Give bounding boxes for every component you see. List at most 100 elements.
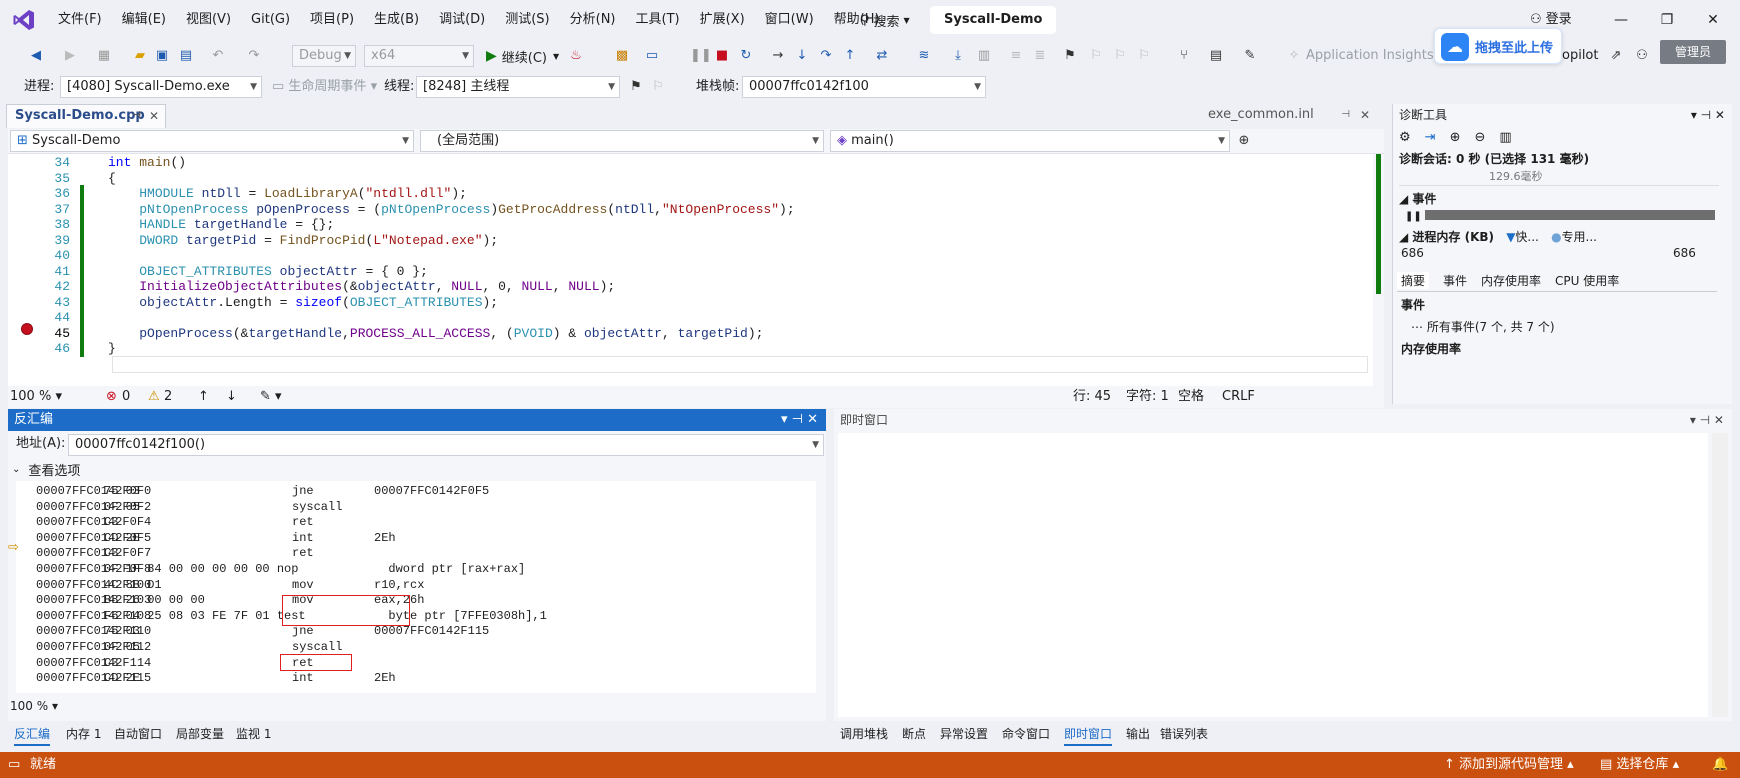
tab-syscall-demo-cpp[interactable]: Syscall-Demo.cpp ⊣ ✕ — [6, 104, 166, 128]
tab-output[interactable]: 输出 — [1126, 724, 1150, 744]
save-icon[interactable]: ▣ — [154, 48, 170, 64]
indent-mode[interactable]: 空格 — [1178, 386, 1204, 408]
code-line[interactable]: 43 objectAttr.Length = sizeof(OBJECT_ATT… — [8, 293, 1373, 311]
tab-command-window[interactable]: 命令窗口 — [1002, 724, 1050, 744]
code-line[interactable]: 35 { — [8, 170, 1373, 187]
disassembly-code[interactable]: 00007FFC0142F0F0 75 03 jne 00007FFC0142F0F5… — [16, 481, 816, 693]
tab-error-list[interactable]: 错误列表 — [1160, 724, 1208, 744]
tab-summary[interactable]: 摘要 — [1397, 272, 1430, 289]
bookmark-icon[interactable]: ⚑ — [1062, 48, 1078, 64]
add-to-source-control[interactable]: ↑ 添加到源代码管理 ▴ — [1444, 754, 1574, 776]
tab-watch-1[interactable]: 监视 1 — [236, 724, 271, 744]
editor-zoom[interactable]: 100 % ▾ — [10, 386, 62, 408]
editor-scrollbar[interactable] — [1373, 154, 1384, 387]
code-line[interactable]: 39 DWORD targetPid = FindProcPid(L"Notep… — [8, 231, 1373, 249]
pause-icon[interactable]: ❚❚ — [690, 48, 712, 64]
up-arrow-icon[interactable]: ↑ — [198, 386, 209, 408]
warning-icon[interactable]: ⚠ — [148, 386, 160, 408]
code-line[interactable]: 38 HANDLE targetHandle = {}; — [8, 216, 1373, 233]
process-select[interactable]: [4080] Syscall-Demo.exe ▼ — [60, 76, 262, 98]
tab-breakpoints[interactable]: 断点 — [902, 724, 926, 744]
view-options-toggle[interactable]: ⌄ 查看选项 — [12, 459, 80, 479]
code-line[interactable]: 37 pNtOpenProcess pOpenProcess = (pNtOpe… — [8, 200, 1373, 218]
menu-tools[interactable]: 工具(T) — [626, 0, 690, 40]
export-icon[interactable]: ⇥ — [1425, 130, 1436, 145]
cleanup-icon[interactable]: ✎ ▾ — [260, 386, 282, 408]
tab-memory-1[interactable]: 内存 1 — [66, 724, 101, 744]
menu-extensions[interactable]: 扩展(X) — [690, 0, 755, 40]
continue-button[interactable]: ▶ 继续(C) ▼ — [486, 46, 559, 66]
clear-bookmark-icon[interactable]: ⚐ — [1136, 48, 1152, 64]
pause-icon[interactable]: ❚❚ — [1405, 211, 1422, 222]
indent-icon[interactable]: ≡ — [1008, 48, 1024, 64]
share-icon[interactable]: ⇗ — [1608, 48, 1624, 64]
pin-icon[interactable]: ⊣ — [132, 105, 141, 127]
function-select[interactable]: ◈ main() ▼ — [830, 130, 1230, 152]
code-line[interactable]: 44 — [8, 309, 1373, 326]
breakpoint-tool-icon[interactable]: ⤓ — [950, 48, 966, 64]
code-line[interactable]: 34 int main() — [8, 154, 1373, 171]
show-next-statement-icon[interactable]: → — [770, 48, 786, 64]
save-all-icon[interactable]: ▤ — [178, 48, 194, 64]
upload-button[interactable]: ☁ 拖拽至此上传 — [1434, 28, 1562, 64]
menu-project[interactable]: 项目(P) — [300, 0, 364, 40]
comment-icon[interactable]: ▤ — [1208, 48, 1224, 64]
menu-analyze[interactable]: 分析(N) — [560, 0, 626, 40]
zoom-out-icon[interactable]: ⊖ — [1474, 130, 1485, 145]
thread-select[interactable]: [8248] 主线程 ▼ — [416, 76, 620, 98]
close-tab-icon[interactable]: ✕ — [1360, 104, 1370, 126]
project-scope-select[interactable]: ⊞ Syscall-Demo ▼ — [10, 130, 414, 152]
tab-immediate-window[interactable]: 即时窗口 — [1064, 724, 1113, 746]
diag-timeline[interactable]: 129.6毫秒 — [1399, 168, 1719, 186]
all-events-link[interactable]: ⋯ 所有事件(7 个, 共 7 个) — [1411, 318, 1555, 335]
configuration-select[interactable]: Debug ▼ — [292, 45, 356, 67]
code-editor[interactable]: 34 int main() 35 {36 HMODULE ntDll = LoadLi… — [8, 153, 1384, 387]
hex-display-icon[interactable]: ⇄ — [874, 48, 890, 64]
menu-test[interactable]: 测试(S) — [495, 0, 559, 40]
menu-view[interactable]: 视图(V) — [176, 0, 241, 40]
code-line[interactable]: 45 pOpenProcess(&targetHandle,PROCESS_AL… — [8, 324, 1373, 342]
tab-disassembly[interactable]: 反汇编 — [14, 724, 51, 746]
warning-count[interactable]: 2 — [164, 386, 172, 408]
error-icon[interactable]: ⊗ — [106, 386, 117, 408]
forward-icon[interactable]: ▶ — [62, 48, 78, 64]
layout-icon[interactable]: ▭ — [644, 48, 660, 64]
menu-debug[interactable]: 调试(D) — [429, 0, 495, 40]
copilot-label[interactable]: opilot — [1562, 45, 1598, 67]
new-item-icon[interactable]: ▦ — [96, 48, 112, 64]
maximize-button[interactable]: ❐ — [1644, 4, 1690, 36]
tab-events[interactable]: 事件 — [1443, 272, 1467, 289]
open-folder-icon[interactable]: ▰ — [132, 48, 148, 64]
restart-icon[interactable]: ↻ — [738, 48, 754, 64]
tab-memory-usage[interactable]: 内存使用率 — [1481, 272, 1541, 289]
code-line[interactable]: 41 OBJECT_ATTRIBUTES objectAttr = { 0 }; — [8, 262, 1373, 280]
step-out-icon[interactable]: ↑ — [842, 48, 858, 64]
split-icon[interactable]: ⊕ — [1236, 133, 1252, 149]
application-insights[interactable]: Application Insights — [1306, 45, 1434, 67]
code-line[interactable]: 36 HMODULE ntDll = LoadLibraryA("ntdll.d… — [8, 185, 1373, 202]
next-bookmark-icon[interactable]: ⚐ — [1112, 48, 1128, 64]
tab-exception-settings[interactable]: 异常设置 — [940, 724, 988, 744]
pin-icon[interactable]: ⊣ — [1341, 104, 1350, 126]
menu-file[interactable]: 文件(F) — [48, 0, 112, 40]
stack-frame-select[interactable]: 00007ffc0142f100 ▼ — [742, 76, 986, 98]
back-icon[interactable]: ◀ — [28, 48, 44, 64]
step-into-icon[interactable]: ↓ — [794, 48, 810, 64]
disasm-zoom[interactable]: 100 % ▾ — [10, 695, 58, 717]
code-line[interactable]: 46} — [8, 340, 1373, 357]
step-over-icon[interactable]: ↷ — [818, 48, 834, 64]
browse-icon[interactable]: ▩ — [614, 48, 630, 64]
git-icon[interactable]: ⑂ — [1176, 48, 1192, 64]
prev-bookmark-icon[interactable]: ⚐ — [1088, 48, 1104, 64]
menu-edit[interactable]: 编辑(E) — [112, 0, 176, 40]
lifecycle-events-button[interactable]: ▭ 生命周期事件 ▾ — [272, 76, 377, 98]
tab-locals[interactable]: 局部变量 — [176, 724, 224, 744]
visual-studio-logo-icon[interactable] — [12, 8, 36, 32]
scope-select[interactable]: (全局范围) ▼ — [420, 130, 824, 152]
chart-icon[interactable]: ▥ — [1499, 130, 1511, 145]
menu-git[interactable]: Git(G) — [241, 0, 300, 40]
code-line[interactable]: 42 InitializeObjectAttributes(&objectAtt… — [8, 278, 1373, 295]
tab-autos[interactable]: 自动窗口 — [114, 724, 162, 744]
tab-call-stack[interactable]: 调用堆栈 — [840, 724, 888, 744]
code-line[interactable]: 40 — [8, 247, 1373, 264]
